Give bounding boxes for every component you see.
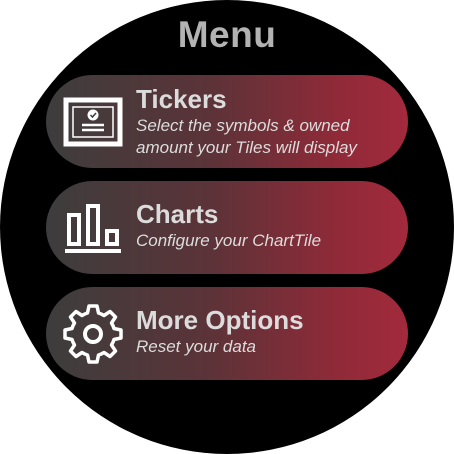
menu-item-tickers[interactable]: Tickers Select the symbols & owned amoun… xyxy=(46,75,408,168)
menu-item-description: Reset your data xyxy=(136,337,257,356)
watch-screen: Menu Tickers Select the symbols & owned … xyxy=(0,0,454,454)
menu-item-description: Configure your ChartTile xyxy=(136,231,322,250)
gear-icon xyxy=(63,304,123,364)
menu-item-charts[interactable]: Charts Configure your ChartTile xyxy=(46,181,408,274)
menu-item-more-options[interactable]: More Options Reset your data xyxy=(46,287,408,380)
menu-item-label: Tickers xyxy=(136,84,227,114)
menu-item-label: Charts xyxy=(136,199,219,229)
menu-item-description: Select the symbols & owned xyxy=(136,116,350,135)
page-title: Menu xyxy=(177,14,277,55)
certificate-icon xyxy=(63,92,123,152)
bar-chart-icon xyxy=(63,198,123,258)
menu-item-description: amount your Tiles will display xyxy=(136,138,357,157)
menu-item-label: More Options xyxy=(136,305,304,335)
